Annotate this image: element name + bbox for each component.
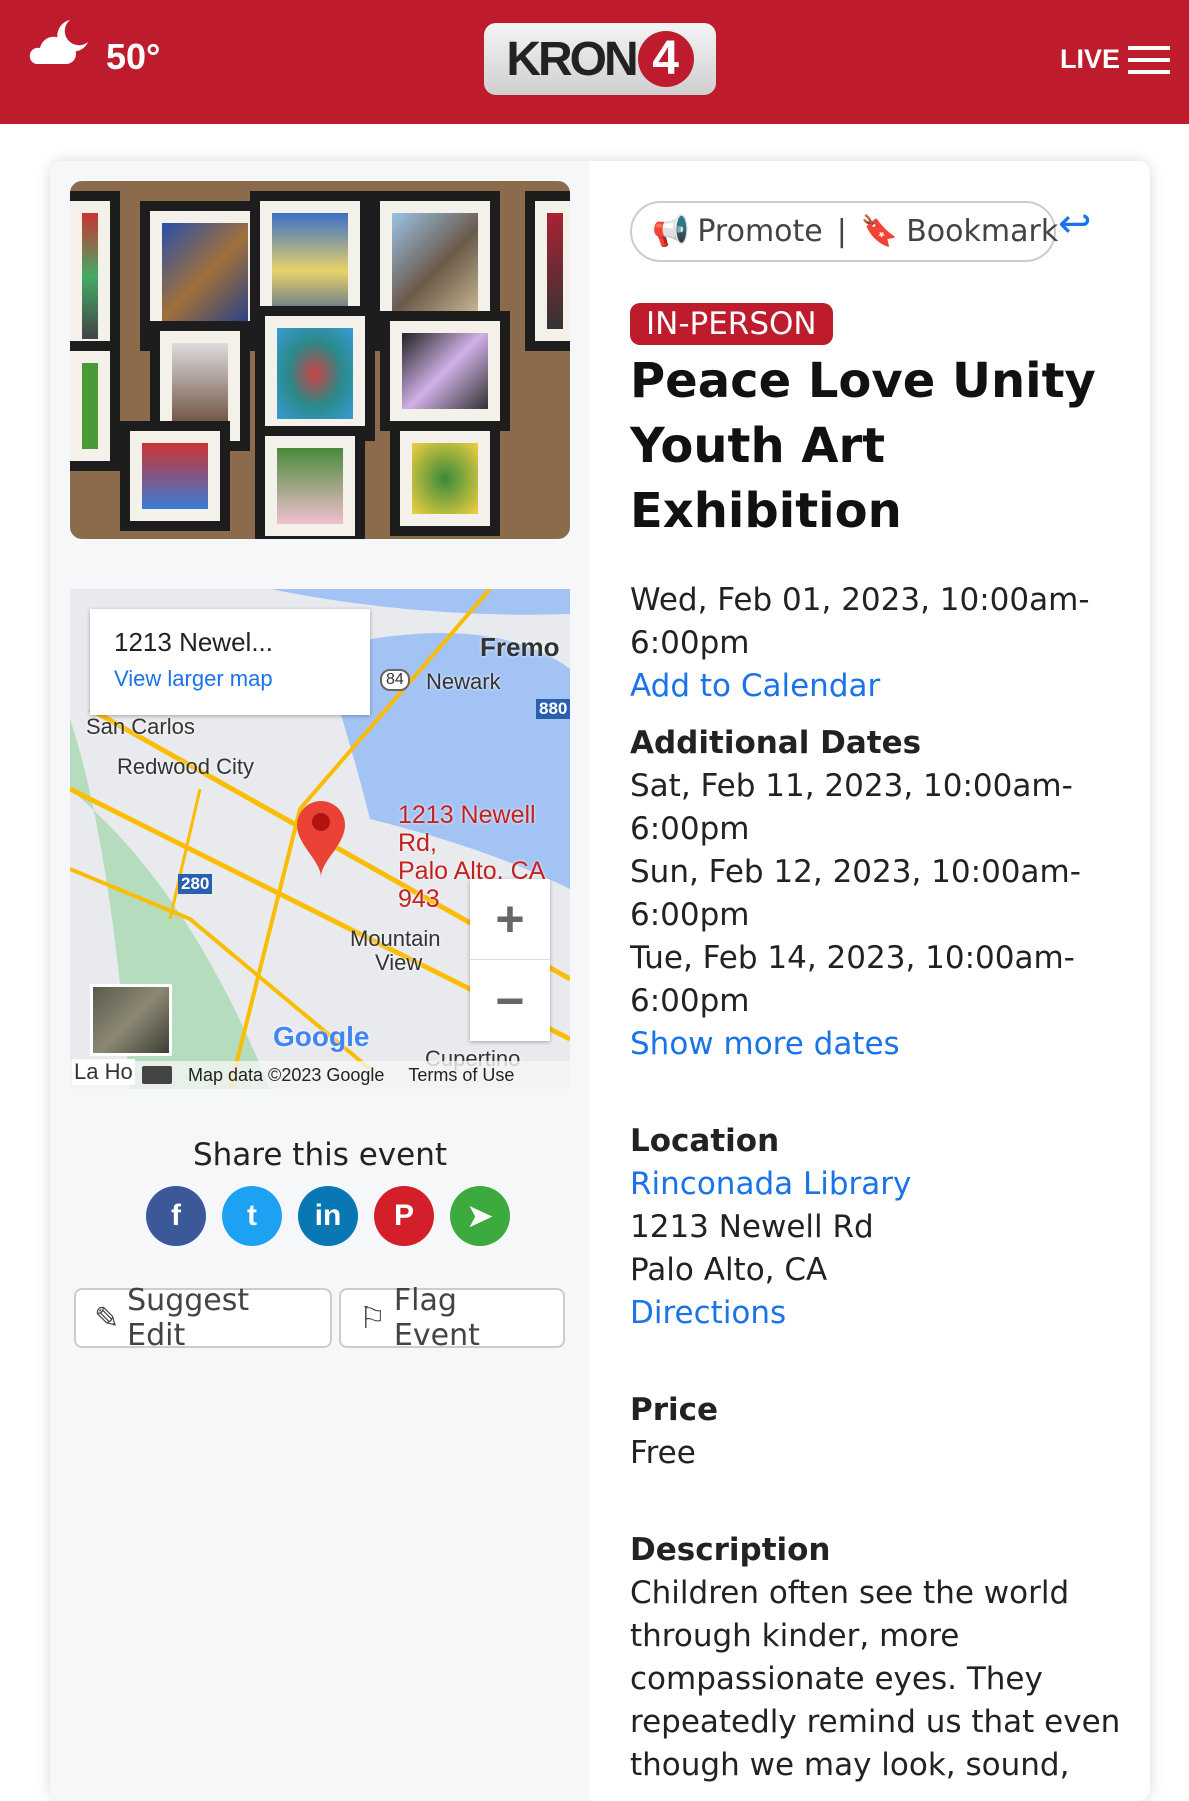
map-zoom-control: + − xyxy=(470,879,550,1041)
additional-date: Sun, Feb 12, 2023, 10:00am-6:00pm xyxy=(630,854,1081,933)
location-heading: Location xyxy=(630,1123,780,1159)
megaphone-icon: 📢 xyxy=(652,214,690,249)
terms-of-use-link[interactable]: Terms of Use xyxy=(408,1065,514,1086)
promote-bookmark-pill: 📢 Promote | 🔖 Bookmark xyxy=(630,201,1058,262)
bookmark-icon: 🔖 xyxy=(860,214,899,249)
event-photo xyxy=(70,181,570,539)
telegram-icon[interactable]: ➤ xyxy=(450,1186,510,1246)
additional-date: Sat, Feb 11, 2023, 10:00am-6:00pm xyxy=(630,768,1073,847)
pencil-icon: ✎ xyxy=(94,1300,120,1336)
place-label: Mountain xyxy=(350,926,441,951)
separator: | xyxy=(836,214,847,249)
map-place-title: 1213 Newel... xyxy=(114,627,273,657)
share-reply-icon[interactable]: ↩ xyxy=(1058,201,1092,247)
highway-shield: 880 xyxy=(536,699,570,719)
hamburger-icon[interactable] xyxy=(1128,46,1170,82)
place-label: Newark xyxy=(426,669,501,694)
address-line: Palo Alto, CA xyxy=(630,1252,828,1288)
venue-link[interactable]: Rinconada Library xyxy=(630,1163,1130,1206)
event-title: Peace Love Unity Youth Art Exhibition xyxy=(630,353,1096,539)
suggest-edit-label: Suggest Edit xyxy=(127,1283,250,1353)
price-value: Free xyxy=(630,1435,696,1471)
share-title: Share this event xyxy=(192,1137,448,1173)
map-data-attribution: Map data ©2023 Google xyxy=(188,1064,385,1085)
linkedin-icon[interactable]: in xyxy=(298,1186,358,1246)
keyboard-icon[interactable] xyxy=(142,1066,172,1084)
logo-number: 4 xyxy=(637,31,694,87)
place-label: La Ho xyxy=(72,1059,135,1085)
add-to-calendar-link[interactable]: Add to Calendar xyxy=(630,665,1130,708)
view-larger-map-link[interactable]: View larger map xyxy=(114,666,346,692)
highway-shield: 84 xyxy=(380,669,410,691)
flag-event-button[interactable]: ⚐ Flag Event xyxy=(339,1283,565,1353)
event-card: 1213 Newel... View larger map 1213 Newell… xyxy=(50,161,1150,1801)
zoom-out-button[interactable]: − xyxy=(470,960,550,1041)
suggest-edit-button[interactable]: ✎ Suggest Edit xyxy=(74,1283,332,1353)
place-label: View xyxy=(375,950,423,975)
place-label: San Carlos xyxy=(86,714,195,739)
flag-event-label: Flag Event xyxy=(393,1283,480,1353)
price-heading: Price xyxy=(630,1392,719,1428)
flag-icon: ⚐ xyxy=(359,1300,386,1336)
share-buttons: f t in P ➤ xyxy=(146,1186,510,1246)
kron4-logo[interactable]: KRON 4 xyxy=(484,23,716,95)
zoom-in-button[interactable]: + xyxy=(470,879,550,960)
highway-shield: 280 xyxy=(178,874,213,894)
additional-date: Tue, Feb 14, 2023, 10:00am-6:00pm xyxy=(630,940,1075,1019)
pinterest-icon[interactable]: P xyxy=(374,1186,434,1246)
place-label: Fremo xyxy=(480,632,560,662)
event-type-badge: IN-PERSON xyxy=(630,303,833,345)
directions-link[interactable]: Directions xyxy=(630,1292,1130,1335)
description-text: Children often see the world through kin… xyxy=(630,1575,1121,1783)
map-footer: Map data ©2023 Google Terms of Use xyxy=(70,1061,570,1089)
event-media-column: 1213 Newel... View larger map 1213 Newell… xyxy=(50,161,590,1801)
logo-text: KRON xyxy=(506,32,638,86)
live-link[interactable]: LIVE xyxy=(1060,44,1120,75)
show-more-dates-link[interactable]: Show more dates xyxy=(630,1023,1130,1066)
facebook-icon[interactable]: f xyxy=(146,1186,206,1246)
map-info-box: 1213 Newel... View larger map xyxy=(90,609,370,715)
cloud-moon-icon xyxy=(29,20,88,64)
description-heading: Description xyxy=(630,1532,831,1568)
place-label: Redwood City xyxy=(117,754,254,779)
event-date: Wed, Feb 01, 2023, 10:00am-6:00pm xyxy=(630,582,1090,661)
additional-dates-heading: Additional Dates xyxy=(630,725,922,761)
bookmark-button[interactable]: Bookmark xyxy=(906,214,1058,249)
site-header: 50° KRON 4 LIVE xyxy=(0,0,1189,124)
temperature[interactable]: 50° xyxy=(106,36,160,78)
satellite-toggle[interactable] xyxy=(90,984,172,1056)
promote-button[interactable]: Promote xyxy=(697,214,822,249)
google-logo: Google xyxy=(273,1021,370,1052)
twitter-icon[interactable]: t xyxy=(222,1186,282,1246)
location-map[interactable]: 1213 Newel... View larger map 1213 Newell… xyxy=(70,589,570,1089)
map-pin-icon xyxy=(297,801,345,877)
address-line: 1213 Newell Rd xyxy=(630,1209,874,1245)
